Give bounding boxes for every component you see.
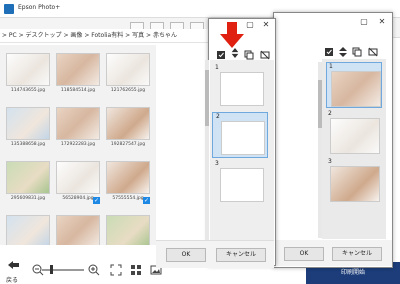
breadcrumb-item[interactable]: PC [9, 32, 17, 39]
thumbnail-filename: 192827547.jpg [110, 142, 146, 147]
page-thumbnail [220, 168, 264, 202]
thumbnail-image [56, 161, 100, 194]
thumbnail-item[interactable]: 295609831.jpg [4, 159, 52, 211]
thumbnail-item[interactable]: 121762655.jpg [104, 51, 152, 103]
thumbnail-filename: 121762655.jpg [110, 88, 146, 93]
delete-image-icon[interactable] [260, 50, 270, 60]
thumbnail-item[interactable]: 57555554.jpg ✓ [104, 159, 152, 211]
thumbnail-item[interactable]: 114743655.jpg [4, 51, 52, 103]
thumbnail-filename: 295609831.jpg [10, 196, 46, 201]
duplicate-icon[interactable] [244, 50, 254, 60]
page-item[interactable]: 2 [326, 110, 382, 156]
page-order-footer: OK キャンセル [156, 240, 274, 268]
thumbnail-item[interactable]: ✓ [4, 213, 52, 245]
page-thumbnail [331, 71, 381, 107]
thumbnail-filename: 118584514.jpg [60, 88, 96, 93]
thumbnail-item[interactable]: 192827547.jpg [104, 105, 152, 157]
page-number: 1 [215, 64, 219, 71]
thumbnail-image [6, 215, 50, 245]
thumbnail-grid: 114743655.jpg 118584514.jpg 121762655.jpg 1… [0, 45, 156, 245]
zoom-slider-track[interactable] [42, 269, 84, 271]
back-label: 戻る [6, 277, 19, 284]
thumbnail-image [106, 215, 150, 245]
breadcrumb-item[interactable]: 写真 [132, 32, 144, 39]
sort-icon[interactable] [338, 47, 348, 57]
checkbox-checked-icon[interactable]: ✓ [143, 197, 150, 204]
breadcrumb-item[interactable]: 画像 [70, 32, 82, 39]
page-number: 3 [328, 158, 332, 165]
thumbnail-filename: 114743655.jpg [10, 88, 46, 93]
thumbnail-item[interactable]: 118584514.jpg [54, 51, 102, 103]
thumbnail-filename: 172922283.jpg [60, 142, 96, 147]
page-item[interactable]: 3 [212, 160, 268, 206]
breadcrumb-item[interactable]: デスクトップ [26, 32, 62, 39]
fit-screen-icon[interactable] [110, 264, 122, 276]
thumbnail-image [56, 53, 100, 86]
page-thumbnail [330, 166, 380, 202]
thumbnail-image [6, 107, 50, 140]
page-number: 2 [216, 113, 220, 120]
duplicate-icon[interactable] [352, 47, 362, 57]
thumbnail-item[interactable] [104, 213, 152, 245]
breadcrumb-sep: > [18, 32, 26, 39]
thumbnail-image [56, 215, 100, 245]
app-logo-icon [4, 4, 14, 14]
thumbnail-image [106, 161, 150, 194]
page-number: 1 [329, 63, 333, 70]
page-item[interactable]: 1 [326, 62, 382, 108]
back-arrow-icon [8, 261, 19, 269]
page-thumbnail [220, 72, 264, 106]
page-item[interactable]: 3 [326, 158, 382, 204]
restore-icon[interactable]: ▢ [358, 16, 370, 28]
select-all-icon[interactable] [216, 50, 226, 60]
breadcrumb: > PC > デスクトップ > 画像 > Fotolia有料 > 写真 > 赤ち… [0, 29, 210, 43]
page-item[interactable]: 1 [212, 64, 268, 110]
close-icon[interactable]: ✕ [376, 16, 388, 28]
breadcrumb-item[interactable]: Fotolia有料 [91, 32, 123, 39]
page-number: 2 [328, 110, 332, 117]
thumbnail-item[interactable]: 172922283.jpg [54, 105, 102, 157]
page-order-scrollbar-thumb[interactable] [205, 70, 209, 126]
red-arrow-annotation-icon [220, 22, 244, 48]
thumbnail-item[interactable] [54, 213, 102, 245]
thumbnail-image [106, 107, 150, 140]
breadcrumb-sep: > [146, 32, 153, 39]
page-thumbnail [221, 121, 265, 155]
thumbnail-image [6, 161, 50, 194]
breadcrumb-item[interactable]: 赤ちゃん [153, 32, 177, 39]
select-all-icon[interactable] [324, 47, 334, 57]
cancel-button[interactable]: キャンセル [216, 248, 266, 262]
checkbox-checked-icon[interactable]: ✓ [93, 197, 100, 204]
zoom-in-icon[interactable] [88, 264, 100, 276]
thumbnail-item[interactable]: 135388658.jpg [4, 105, 52, 157]
second-dialog-footer: OK キャンセル [274, 240, 392, 266]
zoom-slider-handle[interactable] [50, 265, 53, 274]
second-dialog-titlebar: ▢ ✕ [274, 13, 392, 31]
grid-view-icon[interactable] [130, 264, 142, 276]
thumbnail-image [56, 107, 100, 140]
thumbnail-image [6, 53, 50, 86]
second-dialog-toolbar [274, 45, 392, 59]
ok-button[interactable]: OK [166, 248, 206, 262]
cancel-button[interactable]: キャンセル [332, 247, 382, 261]
sort-icon[interactable] [230, 48, 240, 58]
page-thumbnail [330, 118, 380, 154]
thumbnail-filename: 135388658.jpg [10, 142, 46, 147]
page-item[interactable]: 2 [212, 112, 268, 158]
page-number: 3 [215, 160, 219, 167]
app-title: Epson Photo+ [18, 4, 61, 11]
delete-image-icon[interactable] [368, 47, 378, 57]
breadcrumb-sep: > [0, 32, 9, 39]
thumbnail-image [106, 53, 150, 86]
close-icon[interactable]: ✕ [260, 19, 272, 31]
thumbnail-item[interactable]: 56528904.jpg ✓ [54, 159, 102, 211]
ok-button[interactable]: OK [284, 247, 324, 261]
